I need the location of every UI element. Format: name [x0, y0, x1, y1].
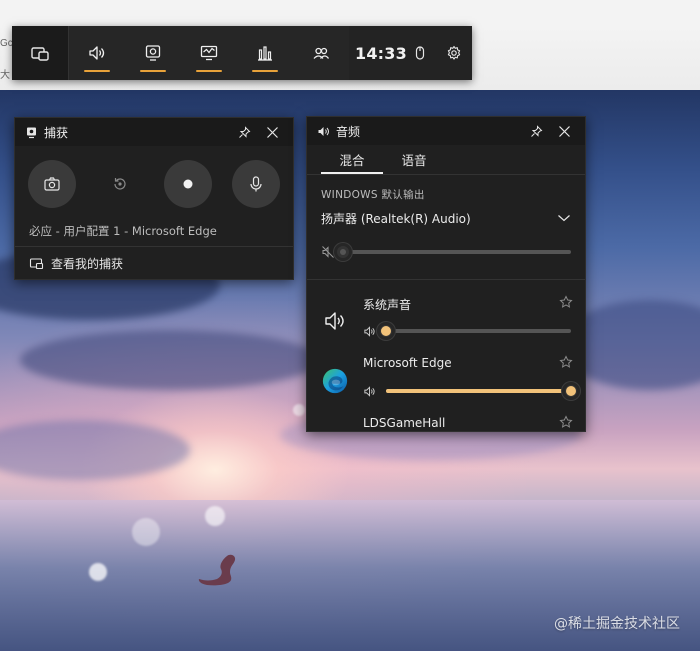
watermark: @稀土掘金技术社区: [554, 616, 680, 632]
audio-widget-title: 音频: [336, 124, 361, 139]
gear-icon: [447, 45, 461, 60]
muted-speaker-icon[interactable]: [321, 245, 335, 259]
capture-widget-title: 捕获: [44, 125, 69, 140]
mouse-icon: [415, 46, 425, 60]
edge-icon: [322, 368, 348, 394]
close-button[interactable]: [261, 121, 283, 143]
game-bar-status-area: 14:33: [349, 26, 472, 80]
chevron-down-icon: [558, 215, 570, 222]
active-indicator: [252, 70, 278, 72]
speaker-icon[interactable]: [363, 385, 376, 398]
performance-widget-button[interactable]: [181, 26, 237, 80]
app-name: 系统声音: [363, 298, 412, 312]
microphone-toggle-button[interactable]: [232, 160, 280, 208]
speaker-icon: [325, 312, 344, 330]
close-button[interactable]: [553, 120, 575, 142]
capture-widget-header[interactable]: 捕获: [15, 118, 293, 146]
clock-time: 14:33: [355, 43, 407, 63]
app-volume-control: [363, 322, 571, 340]
capture-button-row: [15, 146, 293, 208]
capture-icon: [145, 45, 161, 61]
people-icon: [313, 47, 330, 59]
app-volume-control: [363, 382, 580, 400]
star-icon[interactable]: [559, 355, 573, 369]
star-icon[interactable]: [559, 295, 573, 309]
speaker-icon: [89, 46, 105, 60]
swan-silhouette: [198, 554, 236, 586]
output-device-name: 扬声器 (Realtek(R) Audio): [321, 211, 471, 226]
close-icon: [266, 126, 278, 138]
close-icon: [558, 125, 570, 137]
section-divider: [307, 279, 585, 280]
system-sounds-app-icon: [320, 306, 350, 336]
tab-mix[interactable]: 混合: [321, 145, 383, 174]
app-icon: [323, 429, 347, 432]
active-indicator: [196, 70, 222, 72]
bokeh-dot: [293, 404, 305, 416]
speaker-icon: [318, 126, 329, 136]
active-indicator: [84, 70, 110, 72]
master-volume-row: [307, 239, 585, 265]
gallery-icon: [29, 257, 44, 269]
pin-icon: [238, 125, 250, 138]
pin-button[interactable]: [525, 120, 547, 142]
replay-icon: [114, 178, 126, 190]
star-icon[interactable]: [559, 415, 573, 429]
resources-widget-button[interactable]: [237, 26, 293, 80]
active-indicator: [140, 70, 166, 72]
slider-thumb[interactable]: [562, 382, 580, 400]
social-widget-button[interactable]: [293, 26, 349, 80]
bokeh-dot: [132, 518, 160, 546]
audio-widget-header[interactable]: 音频: [307, 117, 585, 145]
pin-icon: [530, 124, 542, 137]
app-volume-row: LDSGameHall: [307, 408, 585, 432]
output-device-select[interactable]: 扬声器 (Realtek(R) Audio): [307, 205, 585, 231]
camera-icon: [44, 177, 60, 191]
app-name: Microsoft Edge: [363, 356, 452, 370]
slider-fill: [386, 389, 571, 393]
app-name: LDSGameHall: [363, 416, 446, 430]
default-output-label: WINDOWS 默认输出: [321, 189, 425, 201]
wallpaper-cloud: [20, 330, 320, 390]
capture-target-status: 必应 - 用户配置 1 - Microsoft Edge: [29, 224, 217, 238]
show-captures-label: 查看我的捕获: [51, 256, 124, 271]
tab-voice[interactable]: 语音: [383, 145, 445, 174]
widget-menu-button[interactable]: [12, 26, 68, 80]
app-volume-slider[interactable]: [377, 322, 571, 340]
slider-thumb[interactable]: [334, 243, 352, 261]
show-captures-link[interactable]: 查看我的捕获: [15, 246, 293, 279]
app-volume-row: Microsoft Edge: [307, 348, 585, 408]
slider-thumb[interactable]: [377, 322, 395, 340]
mouse-button[interactable]: [403, 26, 437, 80]
bokeh-dot: [89, 563, 107, 581]
performance-icon: [200, 45, 218, 61]
settings-button[interactable]: [437, 26, 471, 80]
audio-widget-button[interactable]: [69, 26, 125, 80]
edge-app-icon: [320, 366, 350, 396]
record-dot-icon: [183, 179, 193, 189]
browser-text-fragment: Gc: [0, 38, 13, 49]
widget-menu-icon: [31, 47, 49, 61]
browser-text-fragment: 大: [0, 70, 10, 81]
master-volume-slider[interactable]: [334, 243, 571, 261]
capture-widget-button[interactable]: [125, 26, 181, 80]
bar-chart-icon: [258, 46, 272, 61]
record-last-30s-button[interactable]: [96, 160, 144, 208]
microphone-icon: [250, 176, 262, 192]
game-bar: 14:33: [12, 26, 472, 80]
audio-widget: 音频 混合 语音 WINDOWS 默认输出 扬声器 (Realtek(R) Au…: [306, 116, 586, 432]
ldsgamehall-app-icon: [320, 426, 350, 432]
audio-tabs: 混合 语音: [307, 145, 585, 175]
app-volume-row: 系统声音: [307, 288, 585, 348]
capture-icon: [27, 127, 36, 138]
pin-button[interactable]: [233, 121, 255, 143]
speaker-icon[interactable]: [363, 325, 376, 338]
bokeh-dot: [205, 506, 225, 526]
app-volume-slider[interactable]: [386, 382, 580, 400]
start-recording-button[interactable]: [164, 160, 212, 208]
screenshot-button[interactable]: [28, 160, 76, 208]
capture-widget: 捕获 必应 - 用户配置 1 - Microsoft Edge 查看我的捕获: [14, 117, 294, 280]
